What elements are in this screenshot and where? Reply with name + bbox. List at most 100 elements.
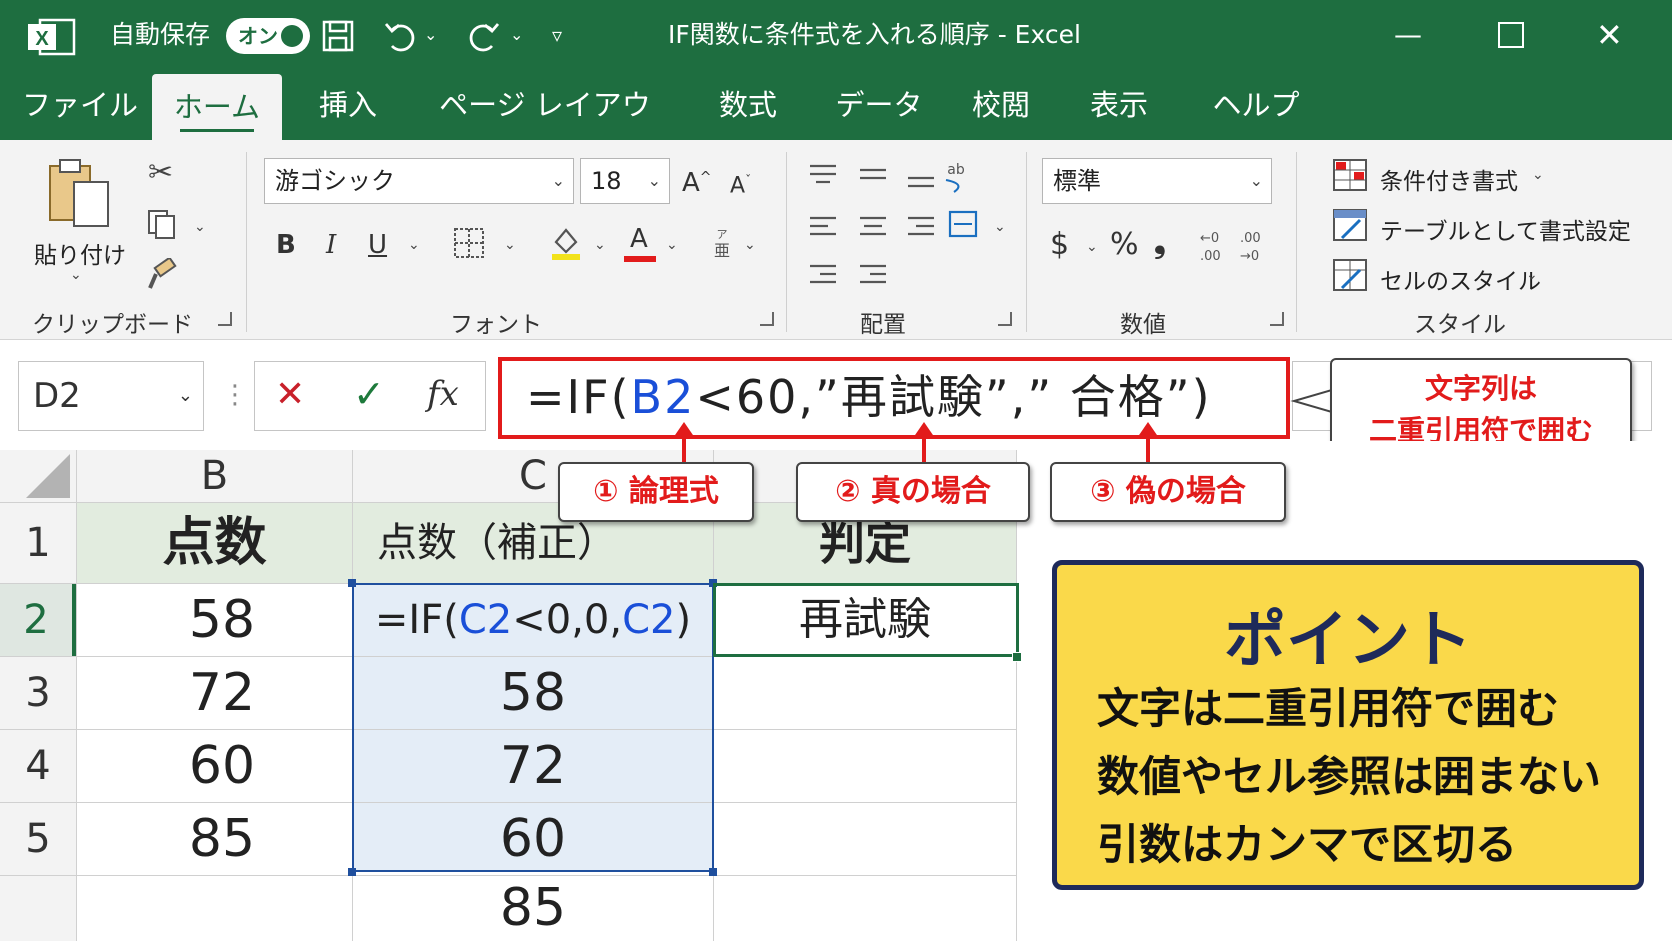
autosave-toggle[interactable]: オン [226, 18, 310, 54]
redo-dropdown-icon[interactable]: ⌄ [510, 0, 523, 70]
svg-text:ab: ab [947, 162, 965, 178]
enter-icon[interactable]: ✓ [353, 372, 385, 416]
fill-color-icon[interactable] [548, 224, 584, 262]
fill-color-dropdown-icon[interactable]: ⌄ [594, 238, 606, 252]
phonetic-guide-icon[interactable]: ア 亜 [710, 226, 734, 260]
grow-font-button[interactable]: A^ [682, 170, 712, 196]
maximize-icon[interactable] [1498, 22, 1524, 48]
arg2-callout: ② 真の場合 [796, 462, 1030, 522]
italic-button[interactable]: I [326, 232, 336, 258]
tab-formulas[interactable]: 数式 [700, 70, 796, 140]
cell-b1[interactable]: 点数 [77, 505, 352, 581]
tab-insert[interactable]: 挿入 [300, 70, 396, 140]
resize-handle-icon[interactable]: ⋮ [222, 380, 248, 410]
close-icon[interactable]: ✕ [1596, 0, 1623, 70]
name-box[interactable]: D2 ⌄ [18, 361, 204, 431]
cell-c6[interactable]: 85 [353, 876, 713, 940]
undo-icon[interactable] [382, 18, 418, 54]
shrink-font-button[interactable]: Aˇ [730, 174, 751, 197]
row-header-4[interactable]: 4 [0, 730, 76, 802]
font-name-select[interactable]: 游ゴシック ⌄ [264, 158, 574, 204]
insert-function-icon[interactable]: fx [427, 374, 459, 414]
tab-home[interactable]: ホーム [152, 74, 282, 140]
underline-dropdown-icon[interactable]: ⌄ [408, 238, 420, 252]
number-format-select[interactable]: 標準 ⌄ [1042, 158, 1272, 204]
arg1-callout: ① 論理式 [558, 462, 754, 522]
number-format-value: 標準 [1053, 167, 1101, 195]
copy-icon[interactable] [146, 208, 178, 240]
alignment-dialog-launcher-icon[interactable] [998, 312, 1012, 326]
currency-dropdown-icon[interactable]: ⌄ [1086, 240, 1098, 254]
excel-icon: X [28, 18, 76, 56]
tab-page-layout[interactable]: ページ レイアウト [430, 70, 660, 192]
cell-styles-dropdown-icon[interactable]: ⌄ [1526, 268, 1538, 282]
minimize-icon[interactable]: — [1394, 0, 1422, 70]
number-group-label: 数値 [1120, 312, 1166, 338]
borders-icon[interactable] [452, 226, 486, 260]
customize-qat-icon[interactable]: ▿ [552, 0, 562, 70]
percent-button[interactable]: % [1110, 230, 1139, 260]
row-header-3[interactable]: 3 [0, 657, 76, 729]
font-size-value: 18 [591, 167, 622, 195]
merge-dropdown-icon[interactable]: ⌄ [994, 220, 1006, 234]
select-all-corner[interactable] [0, 450, 76, 502]
comma-button[interactable]: ❟ [1154, 228, 1166, 258]
row-header-1[interactable]: 1 [0, 503, 76, 583]
cell-styles-button[interactable]: セルのスタイル [1380, 262, 1541, 296]
redo-icon[interactable] [466, 18, 502, 54]
paste-label[interactable]: 貼り付け [34, 236, 126, 270]
borders-dropdown-icon[interactable]: ⌄ [504, 238, 516, 252]
undo-dropdown-icon[interactable]: ⌄ [424, 0, 437, 70]
font-color-dropdown-icon[interactable]: ⌄ [666, 238, 678, 252]
alignment-icons[interactable]: ab [806, 160, 986, 290]
font-name-value: 游ゴシック [275, 167, 395, 195]
tab-view[interactable]: 表示 [1074, 70, 1164, 140]
format-painter-icon[interactable] [146, 258, 180, 292]
row-header-5[interactable]: 5 [0, 803, 76, 875]
tab-review[interactable]: 校閲 [956, 70, 1046, 140]
chevron-down-icon[interactable]: ⌄ [178, 362, 193, 430]
phonetic-dropdown-icon[interactable]: ⌄ [744, 238, 756, 252]
svg-text:亜: 亜 [714, 241, 730, 260]
selection-handle[interactable] [348, 579, 356, 587]
number-dialog-launcher-icon[interactable] [1270, 312, 1284, 326]
styles-group-label: スタイル [1414, 312, 1506, 338]
paste-icon[interactable] [44, 156, 116, 232]
row-header-2[interactable]: 2 [0, 584, 76, 656]
cut-icon[interactable]: ✂ [148, 158, 173, 188]
cell-b4[interactable]: 60 [77, 730, 367, 802]
group-separator [246, 152, 247, 332]
conditional-dropdown-icon[interactable]: ⌄ [1532, 168, 1544, 182]
format-as-table-button[interactable]: テーブルとして書式設定 [1380, 212, 1631, 246]
cancel-icon[interactable]: ✕ [275, 374, 305, 415]
cell-b2[interactable]: 58 [77, 584, 367, 656]
cell-b5[interactable]: 85 [77, 803, 367, 875]
conditional-formatting-button[interactable]: 条件付き書式 [1380, 162, 1518, 196]
copy-dropdown-icon[interactable]: ⌄ [194, 220, 206, 234]
tab-file[interactable]: ファイル [18, 70, 142, 140]
font-size-select[interactable]: 18 ⌄ [580, 158, 670, 204]
bold-button[interactable]: B [276, 232, 296, 258]
clipboard-dialog-launcher-icon[interactable] [218, 312, 232, 326]
decimal-buttons-icon[interactable]: ←0 .00 .00 →0 [1196, 228, 1272, 264]
save-icon[interactable] [320, 18, 356, 54]
formula-input[interactable]: =IF(B2<60,”再試験”,” 合格”) [498, 357, 1290, 439]
underline-button[interactable]: U [368, 232, 387, 258]
column-header-b[interactable]: B [77, 450, 352, 502]
callout-line: 文字列は [1424, 372, 1537, 405]
selection-handle[interactable] [709, 868, 717, 876]
tab-data[interactable]: データ [824, 70, 934, 140]
paste-dropdown-icon[interactable]: ⌄ [70, 268, 82, 282]
font-color-button[interactable]: A [630, 226, 648, 252]
format-as-table-icon[interactable] [1332, 208, 1368, 242]
selection-handle[interactable] [348, 868, 356, 876]
font-dialog-launcher-icon[interactable] [760, 312, 774, 326]
row-header-6[interactable] [0, 876, 76, 941]
cell-styles-icon[interactable] [1332, 258, 1368, 292]
cell-b3[interactable]: 72 [77, 657, 367, 729]
conditional-formatting-icon[interactable] [1332, 158, 1368, 192]
cell-d2[interactable]: 再試験 [714, 584, 1016, 656]
table-dropdown-icon[interactable]: ⌄ [1606, 218, 1618, 232]
tab-help[interactable]: ヘルプ [1198, 70, 1314, 140]
currency-button[interactable]: $ [1050, 230, 1069, 260]
